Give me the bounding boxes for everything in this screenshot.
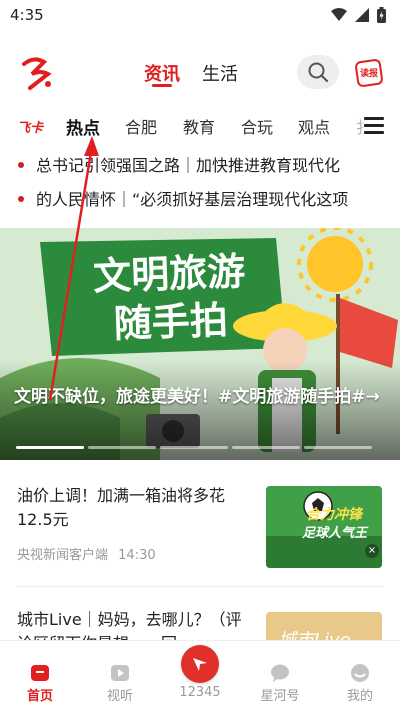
- headline-item[interactable]: 总书记引领强国之路｜加快推进教育现代化: [18, 152, 390, 178]
- nav-xinghe[interactable]: 星河号: [240, 641, 320, 711]
- feed-meta: 央视新闻客户端 14:30: [17, 544, 156, 563]
- banner-art-title-line2: 随手拍: [113, 298, 229, 346]
- feed-item[interactable]: 油价上调！加满一箱油将多花12.5元 央视新闻客户端 14:30 合力冲锋 足球…: [0, 478, 400, 588]
- channel-badge-text: 飞卡: [17, 121, 44, 136]
- bullet-dot: [18, 161, 24, 168]
- channel-tab-play[interactable]: 合玩: [241, 114, 273, 138]
- app-logo: [22, 57, 52, 90]
- headline-text: 的人民情怀｜“必须抓好基层治理现代化这项: [36, 190, 349, 209]
- banner-shade: [0, 360, 400, 460]
- active-tab-indicator: [152, 84, 172, 87]
- thumb-text: 足球人气王: [302, 526, 368, 541]
- tab-news[interactable]: 资讯: [144, 60, 180, 86]
- channel-tab-education[interactable]: 教育: [183, 114, 215, 138]
- status-time: 4:35: [10, 6, 44, 24]
- channel-tabs: 飞卡 热点 合肥 教育 合玩 观点 扌: [0, 108, 400, 144]
- channel-tab-opinion[interactable]: 观点: [298, 114, 330, 138]
- channel-menu-icon[interactable]: [364, 117, 384, 135]
- nav-label: 视听: [106, 689, 133, 704]
- feed-item[interactable]: 城市Live｜妈妈，去哪儿？（评论区留下你最想……回…… 城市Live: [0, 600, 400, 640]
- status-bar: 4:35: [0, 0, 400, 30]
- channel-tab-hot[interactable]: 热点: [66, 114, 100, 139]
- thumb-text: 合力冲锋: [306, 507, 362, 523]
- feed-title: 油价上调！加满一箱油将多花12.5元: [17, 486, 226, 529]
- battery-icon: [377, 7, 386, 23]
- nav-label: 12345: [179, 685, 221, 700]
- feed-time: 14:30: [118, 548, 156, 563]
- nav-profile[interactable]: 我的: [320, 641, 400, 711]
- play-icon: [111, 665, 129, 681]
- nav-home[interactable]: 首页: [0, 641, 80, 711]
- feed-divider: [17, 586, 383, 587]
- nav-label: 首页: [26, 689, 53, 704]
- carousel-dot: [88, 446, 156, 449]
- feed-source: 央视新闻客户端: [17, 548, 109, 563]
- channel-badge[interactable]: 飞卡: [17, 117, 43, 136]
- feed-thumbnail: 合力冲锋 足球人气王 ×: [266, 486, 382, 568]
- nav-label: 我的: [346, 689, 373, 704]
- app-header: 资讯 生活 读报: [0, 40, 400, 104]
- nav-video[interactable]: 视听: [80, 641, 160, 711]
- banner-art-title-line1: 文明旅游: [92, 249, 246, 299]
- banner-art-title: 文明旅游 随手拍: [68, 247, 271, 350]
- chat-icon: [271, 664, 289, 682]
- close-icon[interactable]: ×: [365, 544, 379, 558]
- profile-icon: [351, 664, 369, 682]
- tab-life[interactable]: 生活: [202, 60, 238, 86]
- home-icon: [31, 665, 49, 681]
- hotline-icon: [181, 645, 219, 683]
- wifi-icon: [331, 8, 347, 21]
- feed-title: 城市Live｜妈妈，去哪儿？（评论区留下你最想……回……: [17, 610, 242, 640]
- carousel-dot: [160, 446, 228, 449]
- bullet-dot: [18, 195, 24, 202]
- feed-thumbnail: 城市Live: [266, 612, 382, 640]
- nav-hotline[interactable]: 12345: [160, 641, 240, 711]
- signal-icon: [355, 8, 369, 22]
- search-button[interactable]: [297, 55, 339, 89]
- carousel-dot: [304, 446, 372, 449]
- newspaper-label: 读报: [360, 69, 379, 79]
- newspaper-button[interactable]: 读报: [354, 58, 384, 88]
- headline-text: 总书记引领强国之路｜加快推进教育现代化: [36, 156, 341, 175]
- channel-tab-hefei[interactable]: 合肥: [125, 114, 157, 138]
- thumb-text: 城市Live: [278, 626, 351, 640]
- headline-item[interactable]: 的人民情怀｜“必须抓好基层治理现代化这项: [18, 186, 390, 212]
- carousel-dot: [16, 446, 84, 449]
- banner-caption: 文明不缺位，旅途更美好！#文明旅游随手拍#→: [14, 387, 380, 407]
- status-icons: [331, 7, 386, 23]
- carousel-dot: [232, 446, 300, 449]
- carousel-indicator: [16, 446, 372, 449]
- nav-label: 星河号: [260, 689, 300, 704]
- search-icon: [308, 62, 329, 83]
- bottom-navigation: 首页 视听 12345 星河号 我的: [0, 640, 400, 711]
